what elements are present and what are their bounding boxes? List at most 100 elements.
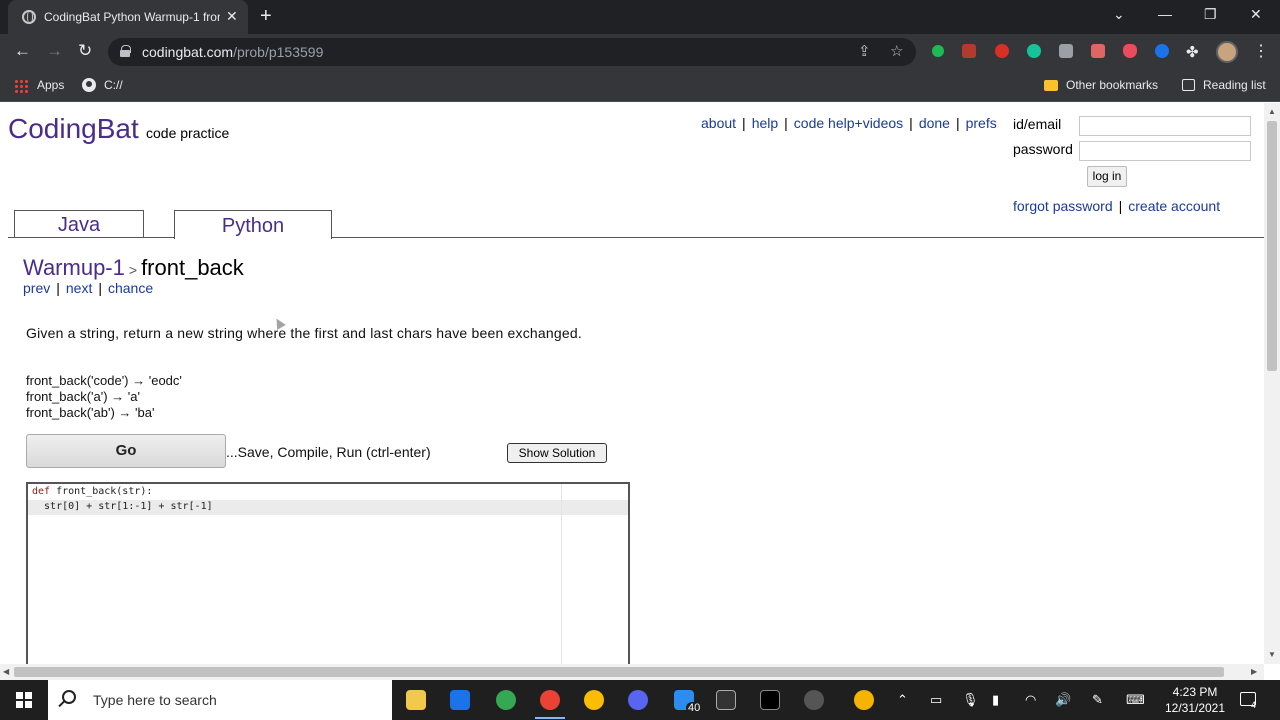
extension-grey-icon[interactable] — [1059, 44, 1073, 58]
reading-list[interactable]: Reading list — [1203, 78, 1266, 92]
example-3: front_back('ab') → 'ba' — [26, 405, 155, 420]
wifi-icon[interactable]: ◠ — [1025, 692, 1036, 708]
tab-java[interactable]: Java — [14, 210, 144, 238]
pen-icon[interactable]: ✎ — [1092, 692, 1103, 708]
search-icon — [62, 690, 76, 704]
tab-strip: CodingBat Python Warmup-1 front_back ✕ +… — [0, 0, 1280, 34]
active-app-indicator — [535, 717, 565, 719]
windows-start-icon[interactable] — [16, 692, 32, 708]
nav-about[interactable]: about — [701, 115, 736, 131]
grammarly-icon[interactable] — [1027, 44, 1041, 58]
horizontal-scrollbar[interactable]: ◀ ▶ — [0, 664, 1264, 680]
console-icon[interactable] — [760, 690, 780, 710]
discord-icon[interactable] — [628, 690, 648, 710]
password-input[interactable] — [1079, 141, 1251, 161]
colorful-app-icon[interactable] — [854, 690, 874, 710]
extension-green-icon[interactable] — [932, 45, 944, 57]
profile-avatar[interactable] — [1216, 41, 1238, 63]
forward-icon[interactable]: → — [46, 41, 63, 61]
scroll-down-icon[interactable]: ▼ — [1268, 650, 1276, 659]
login-button[interactable]: log in — [1087, 166, 1127, 187]
page-content: CodingBat code practice about | help | code … — [0, 103, 1264, 664]
new-tab-icon[interactable]: + — [260, 5, 272, 28]
close-tab-icon[interactable]: ✕ — [226, 8, 238, 25]
extension-hand-icon[interactable] — [995, 44, 1009, 58]
login-form: id/email password log in forgot password… — [1009, 111, 1254, 214]
print-margin — [561, 484, 562, 664]
extension-book-icon[interactable] — [962, 44, 976, 58]
lock-icon[interactable] — [120, 45, 131, 57]
extension-video-icon[interactable] — [1091, 44, 1105, 58]
minimize-icon[interactable]: — — [1158, 6, 1172, 22]
password-label: password — [1013, 141, 1073, 157]
vertical-scrollbar[interactable]: ▲ ▼ — [1264, 103, 1280, 664]
clock-date: 12/31/2021 — [1164, 701, 1226, 715]
browser-tab[interactable]: CodingBat Python Warmup-1 front_back ✕ — [8, 0, 248, 34]
site-logo[interactable]: CodingBat — [8, 113, 139, 145]
nav-done[interactable]: done — [919, 115, 950, 131]
chrome-icon[interactable] — [496, 690, 516, 710]
nav-code-help-videos[interactable]: code help+videos — [794, 115, 903, 131]
terminal-icon[interactable] — [716, 690, 736, 710]
scroll-left-icon[interactable]: ◀ — [3, 667, 9, 676]
tab-python[interactable]: Python — [174, 210, 332, 239]
example-1: front_back('code') → 'eodc' — [26, 373, 182, 388]
microphone-icon[interactable]: 🎙 — [962, 692, 979, 708]
tray-chevron-icon[interactable]: ⌃ — [897, 692, 908, 708]
scroll-right-icon[interactable]: ▶ — [1251, 667, 1257, 676]
bookmark-other[interactable]: Other bookmarks — [1066, 78, 1158, 92]
back-icon[interactable]: ← — [14, 41, 31, 61]
code-line-1: def front_back(str): — [32, 486, 153, 497]
reading-list-icon[interactable] — [1182, 79, 1195, 91]
site-tagline: code practice — [146, 125, 230, 141]
share-icon[interactable]: ⇪ — [858, 42, 871, 60]
problem-nav: prev | next | chance — [23, 280, 154, 296]
apps-grid-icon[interactable] — [14, 79, 28, 93]
volume-icon[interactable]: 🔊 — [1055, 692, 1071, 708]
problem-description: Given a string, return a new string wher… — [26, 325, 582, 341]
keyboard-icon[interactable]: ⌨ — [1126, 692, 1145, 708]
prev-link[interactable]: prev — [23, 280, 50, 296]
extensions-puzzle-icon[interactable]: ✤ — [1186, 43, 1199, 61]
nav-prefs[interactable]: prefs — [966, 115, 997, 131]
code-editor[interactable]: def front_back(str): str[0] + str[1:-1] … — [26, 482, 630, 664]
folder-icon[interactable] — [1044, 80, 1058, 91]
breadcrumb-category[interactable]: Warmup-1 — [23, 255, 125, 280]
address-bar[interactable]: codingbat.com/prob/p153599 ⇪ ☆ — [108, 38, 916, 66]
bookmark-apps[interactable]: Apps — [37, 78, 64, 92]
vertical-scroll-thumb[interactable] — [1267, 121, 1277, 371]
next-link[interactable]: next — [66, 280, 92, 296]
show-solution-button[interactable]: Show Solution — [507, 443, 607, 463]
forgot-password-link[interactable]: forgot password — [1013, 198, 1113, 214]
restore-icon[interactable]: ❐ — [1204, 6, 1217, 23]
chrome-active-icon[interactable] — [540, 690, 560, 710]
bookmarks-bar: Apps C:// Other bookmarks Reading list — [0, 70, 1280, 102]
chrome-profile-icon[interactable] — [584, 690, 604, 710]
chrome-menu-icon[interactable]: ⋮ — [1253, 41, 1269, 61]
globe-favicon-icon — [22, 10, 36, 24]
windows-taskbar: Type here to search 40 ⌃ ▭ 🎙 ▮ ◠ 🔊 ✎ ⌨ 4… — [0, 680, 1280, 720]
file-explorer-icon[interactable] — [406, 690, 426, 710]
system-clock[interactable]: 4:23 PM 12/31/2021 — [1160, 684, 1230, 716]
tab-search-icon[interactable]: ⌄ — [1113, 6, 1125, 23]
globe-icon[interactable] — [82, 78, 96, 92]
scroll-up-icon[interactable]: ▲ — [1268, 107, 1276, 116]
extension-blue-icon[interactable] — [1155, 44, 1169, 58]
taskbar-search[interactable]: Type here to search — [48, 680, 392, 720]
tray-device-icon[interactable]: ▭ — [930, 692, 942, 708]
nav-help[interactable]: help — [752, 115, 778, 131]
close-window-icon[interactable]: ✕ — [1250, 6, 1262, 23]
mail-icon[interactable] — [450, 690, 470, 710]
id-email-input[interactable] — [1079, 116, 1251, 136]
bookmark-star-icon[interactable]: ☆ — [890, 42, 903, 60]
horizontal-scroll-thumb[interactable] — [14, 667, 1224, 677]
browser-toolbar: ← → ↻ codingbat.com/prob/p153599 ⇪ ☆ ✤ ⋮ — [0, 34, 1280, 70]
bookmark-c-drive[interactable]: C:// — [104, 78, 123, 92]
reload-icon[interactable]: ↻ — [78, 41, 92, 61]
battery-icon[interactable]: ▮ — [992, 692, 999, 708]
create-account-link[interactable]: create account — [1128, 198, 1220, 214]
go-button[interactable]: Go — [26, 434, 226, 468]
obs-icon[interactable] — [804, 690, 824, 710]
chance-link[interactable]: chance — [108, 280, 153, 296]
extension-shield-icon[interactable] — [1123, 44, 1137, 58]
